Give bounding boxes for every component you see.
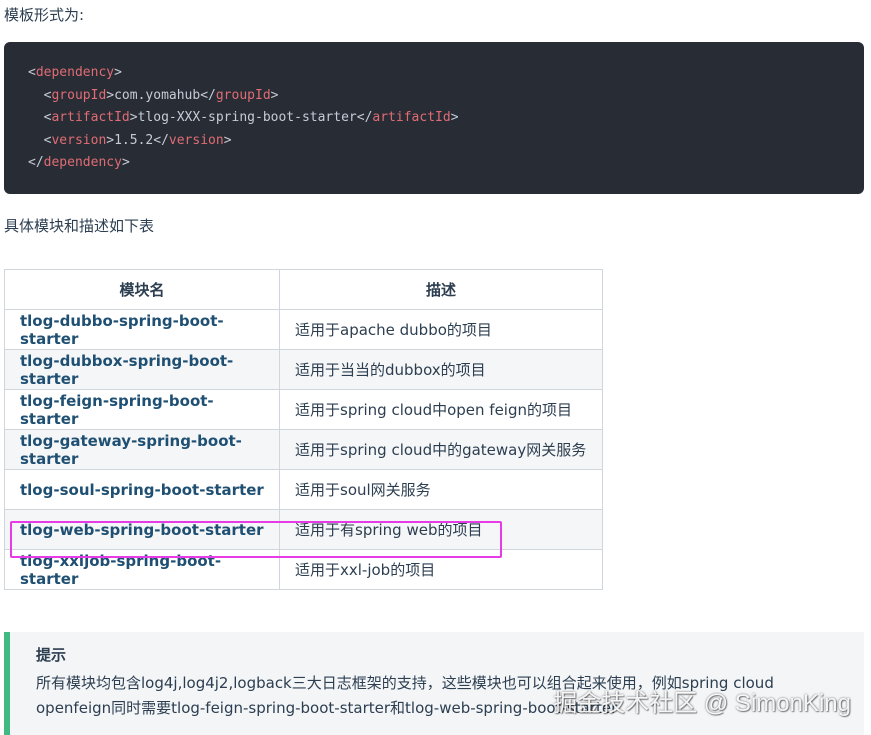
module-name: tlog-feign-spring-boot-starter	[4, 389, 280, 430]
table-row: tlog-soul-spring-boot-starter 适用于soul网关服务	[4, 469, 603, 510]
code-tag: version	[168, 132, 224, 148]
table-row: tlog-dubbox-spring-boot-starter 适用于当当的dub…	[4, 349, 603, 390]
code-block: <dependency> <groupId>com.yomahub</group…	[4, 42, 864, 194]
module-description: 适用于spring cloud中open feign的项目	[279, 389, 603, 430]
code-line: </dependency>	[28, 155, 130, 170]
table-row: tlog-web-spring-boot-starter 适用于有spring w…	[4, 509, 603, 550]
intro-text: 模板形式为:	[4, 6, 85, 24]
table-row: tlog-gateway-spring-boot-starter 适用于sprin…	[4, 429, 603, 470]
table-row: tlog-dubbo-spring-boot-starter 适用于apache …	[4, 309, 603, 350]
module-name: tlog-dubbox-spring-boot-starter	[4, 349, 280, 390]
table-header-row: 模块名 描述	[4, 269, 603, 310]
module-table: 模块名 描述 tlog-dubbo-spring-boot-starter 适用于…	[4, 269, 603, 590]
table-caption: 具体模块和描述如下表	[4, 217, 155, 235]
code-tag: dependency	[43, 155, 122, 170]
table-row: tlog-feign-spring-boot-starter 适用于spring …	[4, 389, 603, 430]
module-description: 适用于有spring web的项目	[279, 509, 603, 550]
code-line: <artifactId>tlog-XXX-spring-boot-starter…	[43, 110, 459, 125]
code-tag: artifactId	[372, 110, 451, 125]
code-value: 1.5.2	[114, 132, 154, 148]
code-tag: groupId	[51, 87, 107, 103]
code-tag: version	[51, 132, 107, 148]
code-line: <dependency>	[28, 65, 122, 80]
code-tag: dependency	[35, 65, 115, 80]
module-description: 适用于当当的dubbox的项目	[279, 349, 603, 390]
module-name: tlog-dubbo-spring-boot-starter	[4, 309, 280, 350]
watermark: 掘金技术社区 @ SimonKing	[553, 690, 851, 717]
module-name: tlog-xxljob-spring-boot-starter	[4, 549, 280, 590]
table-row: tlog-xxljob-spring-boot-starter 适用于xxl-jo…	[4, 549, 603, 590]
module-description: 适用于xxl-job的项目	[279, 549, 603, 590]
code-tag: artifactId	[51, 110, 130, 125]
tip-title: 提示	[36, 646, 67, 664]
code-tag: groupId	[215, 87, 271, 103]
code-line: <groupId>com.yomahub</groupId>	[43, 87, 279, 103]
column-header-description: 描述	[279, 269, 603, 310]
module-name: tlog-gateway-spring-boot-starter	[4, 429, 280, 470]
column-header-module: 模块名	[4, 269, 280, 310]
module-name: tlog-web-spring-boot-starter	[4, 509, 280, 550]
code-value: tlog-XXX-spring-boot-starter	[137, 110, 357, 125]
module-description: 适用于apache dubbo的项目	[279, 309, 603, 350]
module-description: 适用于soul网关服务	[279, 469, 603, 510]
code-line: <version>1.5.2</version>	[43, 132, 232, 148]
module-name: tlog-soul-spring-boot-starter	[4, 469, 280, 510]
module-description: 适用于spring cloud中的gateway网关服务	[279, 429, 603, 470]
code-value: com.yomahub	[114, 87, 201, 103]
